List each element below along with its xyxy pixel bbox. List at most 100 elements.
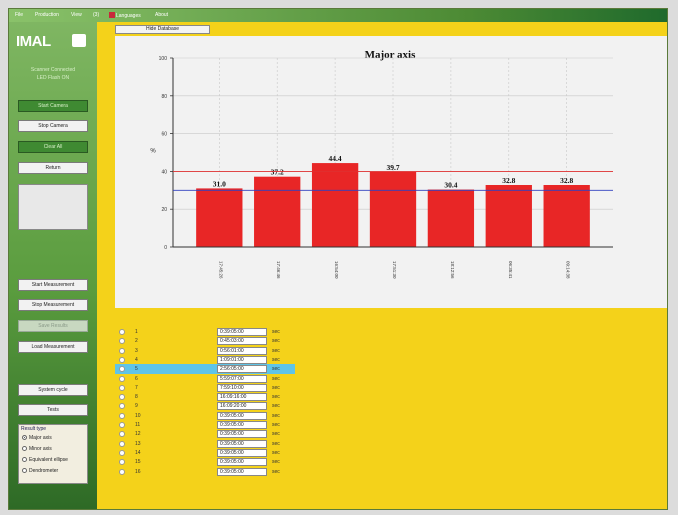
radio-icon[interactable]	[119, 375, 125, 382]
start-camera-button[interactable]: Start Camera	[18, 100, 88, 112]
radio-icon	[22, 457, 27, 462]
result-type-option[interactable]: Minor axis	[22, 446, 52, 452]
radio-icon[interactable]	[119, 384, 125, 391]
radio-icon[interactable]	[119, 394, 125, 401]
record-time-field[interactable]: 0:39:05:00	[217, 328, 267, 336]
result-type-option[interactable]: Major axis	[22, 435, 52, 441]
y-tick-label: 80	[161, 94, 167, 100]
record-unit: sec	[272, 459, 280, 466]
record-time-field[interactable]: 0:39:05:00	[217, 411, 267, 420]
menu-languages-label: Languages	[116, 13, 141, 19]
radio-icon[interactable]	[119, 356, 125, 363]
result-type-option-label: Minor axis	[29, 446, 52, 452]
radio-icon[interactable]	[119, 449, 125, 456]
sidebar: IMAL Scanner Connected LED Flash ON Star…	[9, 22, 97, 509]
result-type-title: Result type	[21, 426, 47, 432]
record-time-field[interactable]: 0:56:01:00	[217, 346, 267, 355]
menu-production[interactable]: Production	[35, 12, 59, 18]
led-status: LED Flash ON	[36, 75, 70, 81]
return-button[interactable]: Return	[18, 162, 88, 174]
menu-about[interactable]: About	[155, 12, 168, 18]
record-time-field[interactable]: 16:09:20:00	[217, 402, 267, 411]
menu-item-3[interactable]: (3)	[93, 12, 99, 18]
record-unit: sec	[272, 440, 280, 447]
record-unit: sec	[272, 403, 280, 410]
menu-view[interactable]: View	[71, 12, 82, 18]
y-tick-label: 20	[161, 207, 167, 213]
record-unit: sec	[272, 366, 280, 373]
record-number: 1	[135, 329, 138, 335]
x-tick-label: 17:45:26	[218, 261, 223, 279]
bar	[311, 163, 359, 247]
radio-icon[interactable]	[119, 329, 125, 335]
data-label: 31.0	[213, 179, 226, 188]
record-number: 2	[135, 338, 138, 345]
record-number: 8	[135, 394, 138, 401]
record-unit: sec	[272, 384, 280, 391]
result-type-option[interactable]: Equivalent ellipse	[22, 457, 68, 463]
result-type-option[interactable]: Dendrometer	[22, 468, 58, 474]
record-number: 14	[135, 449, 141, 456]
hide-database-button[interactable]: Hide Database	[115, 25, 210, 34]
record-time-field[interactable]: 0:45:03:00	[217, 337, 267, 346]
logo-mark-icon	[72, 34, 86, 47]
radio-icon[interactable]	[119, 403, 125, 410]
tests-button[interactable]: Tests	[18, 404, 88, 416]
record-time-field[interactable]: 16:09:16:00	[217, 393, 267, 402]
data-label: 32.8	[502, 176, 515, 185]
radio-selected-icon	[22, 435, 27, 440]
record-number: 11	[135, 422, 141, 428]
record-unit: sec	[272, 356, 280, 363]
record-time-field[interactable]: 0:39:05:00	[217, 467, 267, 476]
y-tick-label: 60	[161, 132, 167, 138]
record-number: 5	[135, 366, 138, 373]
x-tick-label: 17:51:30	[392, 261, 397, 279]
menu-file[interactable]: File	[15, 12, 23, 18]
stop-measurement-button[interactable]: Stop Measurement	[18, 299, 88, 311]
record-time-field[interactable]: 0:39:05:00	[217, 448, 267, 457]
record-time-field[interactable]: 2:56:05:00	[217, 365, 267, 374]
record-time-field[interactable]: 0:39:05:00	[217, 430, 267, 439]
record-unit: sec	[272, 468, 280, 475]
bar	[427, 189, 475, 247]
record-number: 12	[135, 431, 141, 438]
radio-icon[interactable]	[119, 338, 125, 345]
radio-icon[interactable]	[119, 412, 125, 419]
radio-icon	[22, 446, 27, 451]
radio-icon[interactable]	[119, 459, 125, 466]
radio-icon[interactable]	[119, 431, 125, 438]
y-tick-label: 40	[161, 169, 167, 175]
result-type-option-label: Dendrometer	[29, 468, 59, 474]
radio-icon[interactable]	[119, 366, 125, 373]
record-unit: sec	[272, 412, 280, 419]
logo-text: IMAL	[16, 33, 51, 50]
bar	[254, 176, 301, 247]
record-time-field[interactable]: 5:59:07:00	[217, 374, 267, 383]
bar	[485, 185, 532, 247]
record-time-field[interactable]: 0:39:05:00	[217, 421, 267, 429]
radio-icon[interactable]	[119, 468, 125, 475]
stop-camera-button[interactable]: Stop Camera	[18, 120, 88, 132]
system-cycle-button[interactable]: System cycle	[18, 384, 88, 396]
record-number: 9	[135, 403, 138, 410]
radio-icon[interactable]	[119, 440, 125, 447]
record-time-field[interactable]: 0:39:05:00	[217, 458, 267, 467]
clear-all-button[interactable]: Clear All	[18, 141, 88, 153]
menu-languages[interactable]: Languages	[109, 12, 141, 19]
load-measurement-button[interactable]: Load Measurement	[18, 341, 88, 353]
x-tick-label: 09:14:38	[566, 261, 571, 279]
record-time-field[interactable]: 1:09:01:00	[217, 355, 267, 364]
save-results-button[interactable]: Save Results	[18, 320, 88, 332]
x-tick-label: 17:46:46	[276, 261, 281, 279]
camera-preview	[18, 184, 88, 230]
radio-icon[interactable]	[119, 347, 125, 354]
menu-bar: File Production View (3) Languages About	[9, 9, 667, 22]
start-measurement-button[interactable]: Start Measurement	[18, 279, 88, 291]
record-unit: sec	[272, 422, 280, 428]
radio-icon[interactable]	[119, 422, 125, 428]
record-unit: sec	[272, 375, 280, 382]
record-time-field[interactable]: 7:59:10:00	[217, 383, 267, 392]
record-time-field[interactable]: 0:39:05:00	[217, 439, 267, 448]
data-label: 32.8	[560, 176, 573, 185]
list-item[interactable]: 16 0:39:05:00 sec	[115, 467, 295, 477]
